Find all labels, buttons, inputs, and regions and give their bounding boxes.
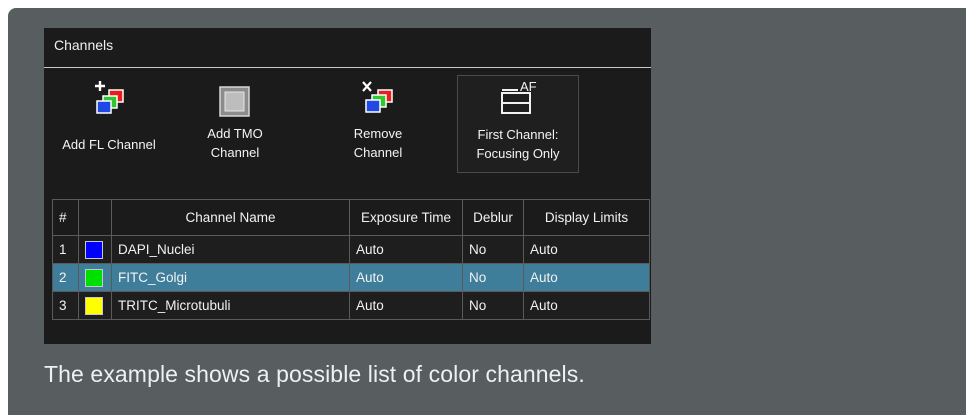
color-swatch-cell[interactable] [78,263,112,292]
deblur-cell[interactable]: No [462,291,524,320]
color-swatch-cell[interactable] [78,291,112,320]
channels-panel: Channels Add FL Channel Add TMO Channel … [44,28,651,344]
channels-table: # Channel Name Exposure Time Deblur Disp… [52,199,650,320]
add-tmo-channel-label: Add TMO Channel [207,126,263,160]
col-header-channel-name[interactable]: Channel Name [111,199,350,236]
tmo-channel-icon [219,86,250,117]
exposure-cell[interactable]: Auto [349,263,463,292]
col-header-deblur[interactable]: Deblur [462,199,524,236]
display-limits-cell[interactable]: Auto [523,235,650,264]
color-swatch-cell[interactable] [78,235,112,264]
table-header-row: # Channel Name Exposure Time Deblur Disp… [52,199,650,236]
figure-caption: The example shows a possible list of col… [44,361,585,387]
table-row[interactable]: 1 DAPI_Nuclei Auto No Auto [52,235,650,264]
title-divider [44,67,651,68]
col-header-color[interactable] [78,199,112,236]
col-header-exposure-time[interactable]: Exposure Time [349,199,463,236]
exposure-cell[interactable]: Auto [349,291,463,320]
table-row-selected[interactable]: 2 FITC_Golgi Auto No Auto [52,263,650,292]
display-limits-cell[interactable]: Auto [523,263,650,292]
add-fl-channel-label: Add FL Channel [62,137,156,152]
channel-name-cell[interactable]: TRITC_Microtubuli [111,291,350,320]
deblur-cell[interactable]: No [462,263,524,292]
color-swatch[interactable] [85,268,103,287]
channel-name-cell[interactable]: DAPI_Nuclei [111,235,350,264]
channel-name-cell[interactable]: FITC_Golgi [111,263,350,292]
col-header-number[interactable]: # [52,199,79,236]
autofocus-icon: AF [501,79,537,114]
first-channel-label: First Channel: Focusing Only [476,127,560,161]
row-number: 1 [52,235,79,264]
display-limits-cell[interactable]: Auto [523,291,650,320]
remove-channel-label: Remove Channel [353,126,403,160]
exposure-cell[interactable]: Auto [349,235,463,264]
first-channel-focusing-toggle[interactable]: AF First Channel: Focusing Only [457,75,579,173]
remove-channel-button[interactable]: Remove Channel [340,74,416,172]
af-badge: AF [520,79,537,94]
add-tmo-channel-button[interactable]: Add TMO Channel [192,74,278,172]
deblur-cell[interactable]: No [462,235,524,264]
row-number: 3 [52,291,79,320]
add-channel-icon [95,81,124,114]
row-number: 2 [52,263,79,292]
add-fl-channel-button[interactable]: Add FL Channel [46,74,172,172]
panel-title: Channels [54,37,114,53]
remove-channel-icon [362,81,393,113]
color-swatch[interactable] [85,240,103,259]
table-row[interactable]: 3 TRITC_Microtubuli Auto No Auto [52,291,650,320]
color-swatch[interactable] [85,296,103,315]
col-header-display-limits[interactable]: Display Limits [523,199,650,236]
